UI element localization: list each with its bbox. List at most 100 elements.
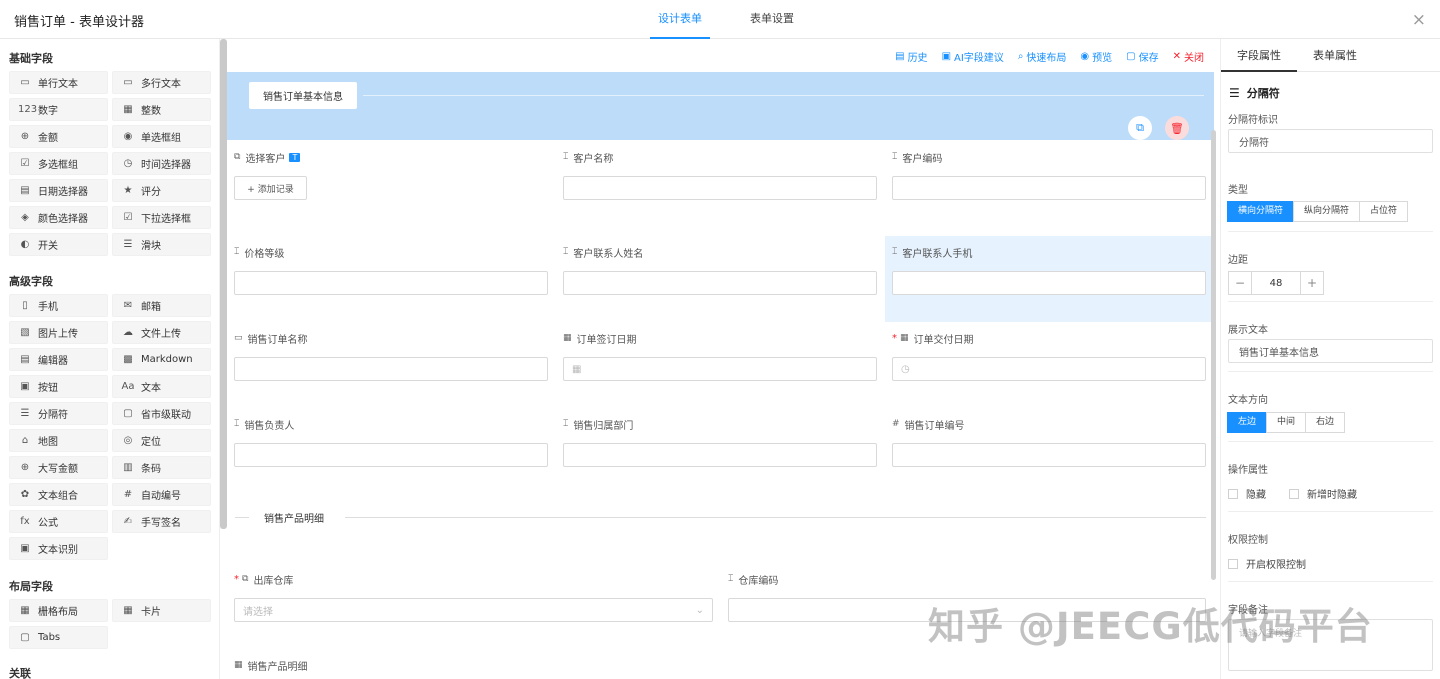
permission-label: 权限控制 bbox=[1228, 535, 1268, 546]
palette-item[interactable]: ☑ 下拉选择框 bbox=[112, 206, 211, 229]
tab-field-props[interactable]: 字段属性 bbox=[1221, 39, 1297, 72]
order-name-input[interactable] bbox=[234, 357, 548, 381]
contact-name-input[interactable] bbox=[563, 271, 877, 295]
text-field-icon: ⌶ bbox=[563, 152, 569, 162]
type-vertical[interactable]: 纵向分隔符 bbox=[1293, 201, 1361, 222]
palette-item[interactable]: ▭ 单行文本 bbox=[9, 71, 108, 94]
field-type-icon: fx bbox=[20, 516, 30, 527]
preview-button[interactable]: ◉ 预览 bbox=[1080, 49, 1112, 64]
id-input[interactable]: 分隔符 bbox=[1228, 129, 1433, 153]
close-button[interactable]: ✕ 关闭 bbox=[1173, 49, 1204, 64]
palette-item[interactable]: ▤ 编辑器 bbox=[9, 348, 108, 371]
customer-code-input[interactable] bbox=[892, 176, 1206, 200]
copy-icon[interactable]: ⧉ bbox=[1128, 116, 1152, 140]
palette-item[interactable]: ◉ 单选框组 bbox=[112, 125, 211, 148]
robot-icon: ▣ bbox=[941, 51, 952, 62]
field-type-icon: ▤ bbox=[20, 185, 30, 196]
field-label: 销售产品明细 bbox=[247, 661, 308, 673]
palette-item[interactable]: ▦ 卡片 bbox=[112, 599, 211, 622]
palette-item[interactable]: ☑ 多选框组 bbox=[9, 152, 108, 175]
palette-item[interactable]: ⊕ 大写金额 bbox=[9, 456, 108, 479]
selected-divider[interactable]: 销售订单基本信息 ⧉ 🗑 bbox=[227, 72, 1214, 140]
palette-item[interactable]: ✍ 手写签名 bbox=[112, 510, 211, 533]
type-horizontal[interactable]: 横向分隔符 bbox=[1227, 201, 1295, 222]
dir-right[interactable]: 右边 bbox=[1305, 412, 1346, 433]
palette-item[interactable]: ⌂ 地图 bbox=[9, 429, 108, 452]
table-icon: ▦ bbox=[234, 660, 243, 670]
hash-icon: # bbox=[892, 419, 900, 429]
type-placeholder[interactable]: 占位符 bbox=[1359, 201, 1409, 222]
minus-button[interactable]: − bbox=[1228, 271, 1252, 295]
palette-item-label: 多行文本 bbox=[141, 79, 181, 90]
type-badge: T bbox=[289, 152, 301, 162]
palette-item-label: 卡片 bbox=[141, 607, 161, 618]
palette-item[interactable]: ▧ 图片上传 bbox=[9, 321, 108, 344]
delete-icon[interactable]: 🗑 bbox=[1165, 116, 1189, 140]
palette-item[interactable]: ◎ 定位 bbox=[112, 429, 211, 452]
palette-item[interactable]: ★ 评分 bbox=[112, 179, 211, 202]
palette-item[interactable]: ▭ 多行文本 bbox=[112, 71, 211, 94]
palette-item[interactable]: ▯ 手机 bbox=[9, 294, 108, 317]
field-palette: 基础字段 ▭ 单行文本 ▭ 多行文本 123 数字 ▦ 整数 ⊕ 金额 ◉ 单选框组 ☑ 多选框组 ◷ 时间选… bbox=[0, 39, 220, 679]
margin-value[interactable]: 48 bbox=[1252, 271, 1300, 295]
palette-item[interactable]: ▦ 栅格布局 bbox=[9, 599, 108, 622]
delivery-date-input[interactable]: ◷ bbox=[892, 357, 1206, 381]
palette-item[interactable]: # 自动编号 bbox=[112, 483, 211, 506]
save-button[interactable]: ▢ 保存 bbox=[1126, 49, 1158, 64]
order-number-input[interactable] bbox=[892, 443, 1206, 467]
divider-line bbox=[363, 95, 1204, 96]
dir-center[interactable]: 中间 bbox=[1266, 412, 1307, 433]
plus-button[interactable]: + bbox=[1300, 271, 1324, 295]
palette-item[interactable]: ✉ 邮箱 bbox=[112, 294, 211, 317]
palette-item[interactable]: ☁ 文件上传 bbox=[112, 321, 211, 344]
left-scrollbar[interactable] bbox=[220, 39, 227, 529]
palette-item[interactable]: ☰ 分隔符 bbox=[9, 402, 108, 425]
field-type-icon: ⊕ bbox=[20, 131, 30, 142]
display-text-input[interactable]: 销售订单基本信息 bbox=[1228, 339, 1433, 363]
palette-item[interactable]: ▦ 整数 bbox=[112, 98, 211, 121]
palette-item[interactable]: Aa 文本 bbox=[112, 375, 211, 398]
warehouse-select[interactable]: 请选择 ⌄ bbox=[234, 598, 713, 622]
field-type-icon: ◉ bbox=[123, 131, 133, 142]
palette-item[interactable]: ▥ 条码 bbox=[112, 456, 211, 479]
palette-item[interactable]: ⊕ 金额 bbox=[9, 125, 108, 148]
sign-date-input[interactable]: ▦ bbox=[563, 357, 877, 381]
palette-item[interactable]: ▢ 省市级联动 bbox=[112, 402, 211, 425]
palette-item[interactable]: fx 公式 bbox=[9, 510, 108, 533]
palette-item[interactable]: ◐ 开关 bbox=[9, 233, 108, 256]
section-more-title: 关联 bbox=[9, 667, 31, 679]
contact-phone-input[interactable] bbox=[892, 271, 1206, 295]
palette-item[interactable]: ▣ 按钮 bbox=[9, 375, 108, 398]
dir-left[interactable]: 左边 bbox=[1227, 412, 1268, 433]
canvas-scrollbar[interactable] bbox=[1211, 130, 1216, 580]
hide-on-new-checkbox[interactable]: 新增时隐藏 bbox=[1289, 486, 1357, 501]
palette-item[interactable]: ▤ 日期选择器 bbox=[9, 179, 108, 202]
palette-item[interactable]: ◷ 时间选择器 bbox=[112, 152, 211, 175]
hide-checkbox[interactable]: 隐藏 bbox=[1228, 486, 1266, 501]
palette-item[interactable]: ▢ Tabs bbox=[9, 626, 108, 649]
palette-item[interactable]: ▩ Markdown bbox=[112, 348, 211, 371]
tab-design-form[interactable]: 设计表单 bbox=[650, 0, 710, 39]
palette-item[interactable]: ✿ 文本组合 bbox=[9, 483, 108, 506]
field-label: 订单签订日期 bbox=[576, 334, 637, 346]
add-record-button[interactable]: + 添加记录 bbox=[234, 176, 307, 200]
sales-owner-input[interactable] bbox=[234, 443, 548, 467]
palette-item[interactable]: ▣ 文本识别 bbox=[9, 537, 108, 560]
price-level-input[interactable] bbox=[234, 271, 548, 295]
tab-form-props[interactable]: 表单属性 bbox=[1297, 39, 1373, 72]
history-button[interactable]: ▤ 历史 bbox=[895, 49, 927, 64]
sales-dept-input[interactable] bbox=[563, 443, 877, 467]
field-type-icon: ✍ bbox=[123, 516, 133, 527]
tab-form-settings[interactable]: 表单设置 bbox=[750, 0, 794, 39]
sub-divider[interactable]: 销售产品明细 bbox=[235, 509, 1206, 525]
field-type-icon: ▥ bbox=[123, 462, 133, 473]
palette-item[interactable]: ☰ 滑块 bbox=[112, 233, 211, 256]
ai-suggest-button[interactable]: ▣ AI字段建议 bbox=[942, 49, 1004, 64]
close-icon[interactable]: × bbox=[1412, 10, 1426, 30]
permission-checkbox[interactable]: 开启权限控制 bbox=[1228, 556, 1306, 571]
palette-item[interactable]: ◈ 颜色选择器 bbox=[9, 206, 108, 229]
customer-name-input[interactable] bbox=[563, 176, 877, 200]
palette-item-label: 按钮 bbox=[38, 383, 58, 394]
palette-item[interactable]: 123 数字 bbox=[9, 98, 108, 121]
quick-layout-button[interactable]: ⌕ 快速布局 bbox=[1018, 49, 1067, 64]
